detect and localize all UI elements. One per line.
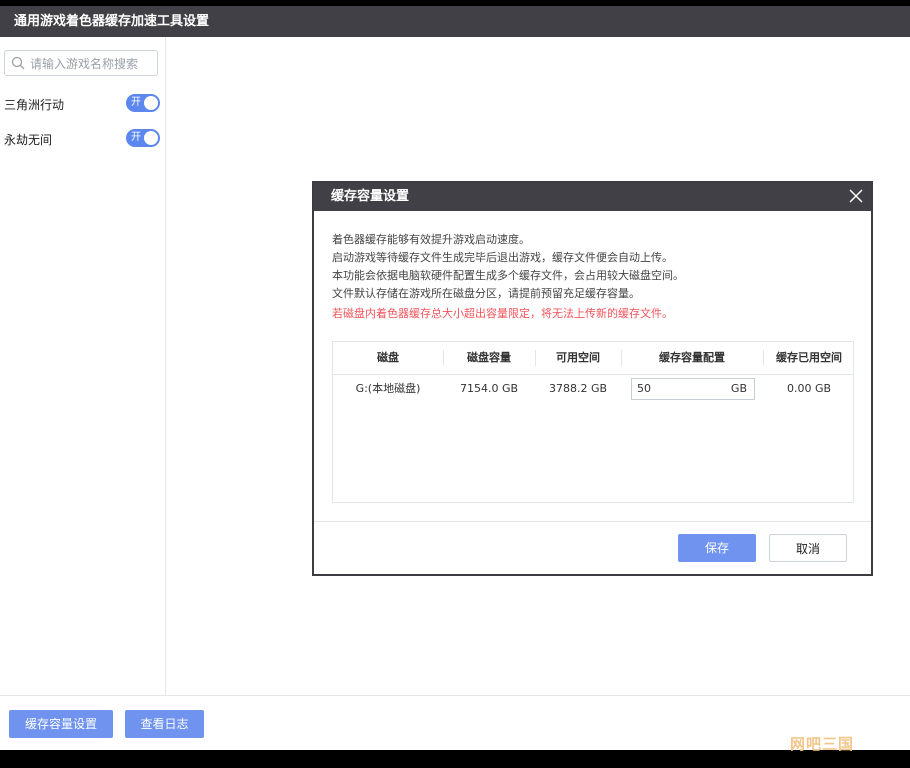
toggle-knob <box>144 131 158 145</box>
cell-free: 3788.2 GB <box>548 382 608 395</box>
game-item-delta-force: 三角洲行动 开 <box>4 94 160 114</box>
input-unit: GB <box>730 382 747 395</box>
desc-line: 着色器缓存能够有效提升游戏启动速度。 <box>332 233 530 246</box>
dialog-description: 着色器缓存能够有效提升游戏启动速度。 启动游戏等待缓存文件生成完毕后退出游戏，缓… <box>332 231 684 323</box>
cell-used: 0.00 GB <box>786 382 832 395</box>
warning-text: 若磁盘内着色器缓存总大小超出容量限定，将无法上传新的缓存文件。 <box>332 307 673 320</box>
game-item-naraka: 永劫无间 开 <box>4 129 160 149</box>
search-input[interactable]: 请输入游戏名称搜索 <box>4 50 158 76</box>
desc-line: 启动游戏等待缓存文件生成完毕后退出游戏，缓存文件便会自动上传。 <box>332 251 673 264</box>
disk-table: 磁盘 磁盘容量 可用空间 缓存容量配置 缓存已用空间 G:(本地磁盘) 7154… <box>332 341 854 503</box>
toggle-knob <box>144 96 158 110</box>
table-row: G:(本地磁盘) 7154.0 GB 3788.2 GB 50 GB 0.00 … <box>333 374 853 404</box>
close-icon[interactable] <box>847 187 865 205</box>
search-icon <box>11 56 25 70</box>
cell-capacity: 7154.0 GB <box>459 382 519 395</box>
col-cache-used: 缓存已用空间 <box>776 351 842 364</box>
toggle-label: 开 <box>131 132 141 143</box>
cell-disk: G:(本地磁盘) <box>355 382 421 395</box>
desc-line: 本功能会依据电脑软硬件配置生成多个缓存文件，会占用较大磁盘空间。 <box>332 269 684 282</box>
col-disk: 磁盘 <box>377 351 399 364</box>
input-value: 50 <box>637 382 651 395</box>
footer-bar: 缓存容量设置 查看日志 <box>0 695 910 750</box>
table-header: 磁盘 磁盘容量 可用空间 缓存容量配置 缓存已用空间 <box>333 342 853 375</box>
desc-line: 文件默认存储在游戏所在磁盘分区，请提前预留充足缓存容量。 <box>332 287 640 300</box>
col-free-space: 可用空间 <box>556 351 600 364</box>
game-name: 永劫无间 <box>4 133 53 147</box>
capacity-settings-button[interactable]: 缓存容量设置 <box>9 710 113 738</box>
toggle-label: 开 <box>131 97 141 108</box>
view-log-button[interactable]: 查看日志 <box>125 710 204 738</box>
game-toggle-delta-force[interactable]: 开 <box>126 94 160 112</box>
cancel-button[interactable]: 取消 <box>769 534 847 562</box>
bottom-border <box>0 750 910 768</box>
game-name: 三角洲行动 <box>4 98 65 112</box>
save-button[interactable]: 保存 <box>678 534 756 562</box>
col-disk-capacity: 磁盘容量 <box>467 351 511 364</box>
capacity-dialog: 缓存容量设置 着色器缓存能够有效提升游戏启动速度。 启动游戏等待缓存文件生成完毕… <box>312 181 873 576</box>
search-placeholder: 请输入游戏名称搜索 <box>30 56 139 71</box>
dialog-divider <box>314 521 871 522</box>
window-title: 通用游戏着色器缓存加速工具设置 <box>0 6 910 37</box>
dialog-title: 缓存容量设置 <box>314 183 871 211</box>
col-cache-config: 缓存容量配置 <box>659 351 725 364</box>
cache-capacity-input[interactable]: 50 GB <box>631 378 755 400</box>
sidebar: 请输入游戏名称搜索 三角洲行动 开 永劫无间 开 <box>0 37 166 695</box>
game-toggle-naraka[interactable]: 开 <box>126 129 160 147</box>
watermark: 网吧三国 <box>790 735 855 753</box>
